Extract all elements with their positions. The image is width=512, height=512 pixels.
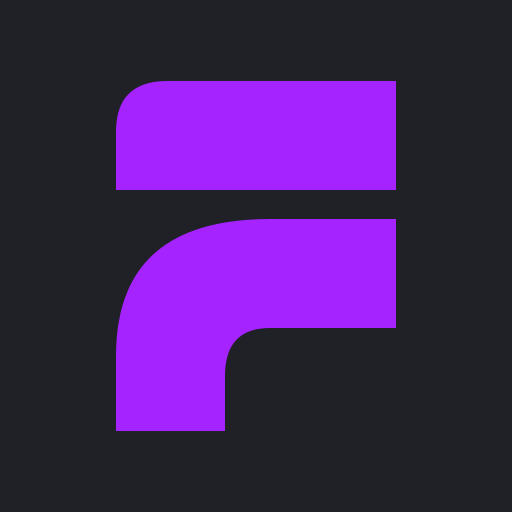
logo-lower-stroke: [116, 219, 396, 431]
logo-top-bar: [116, 81, 396, 190]
app-icon-canvas: [0, 0, 512, 512]
letter-f-logo-icon: [116, 81, 396, 431]
